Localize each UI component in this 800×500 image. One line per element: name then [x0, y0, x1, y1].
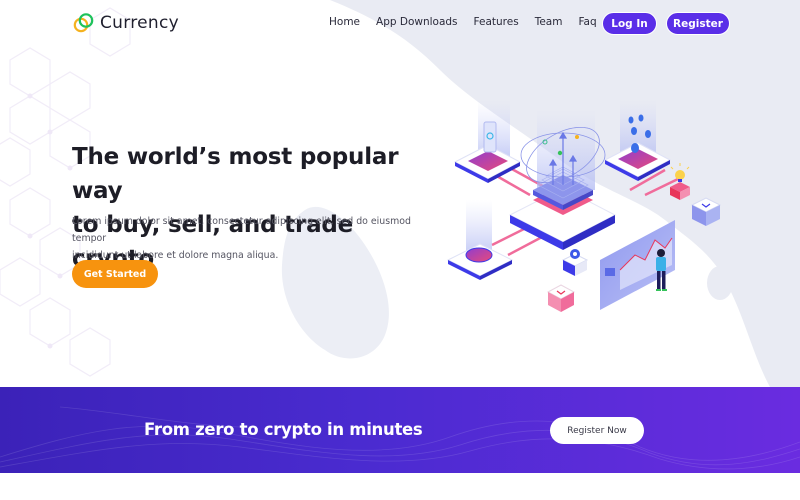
hero-description: Lorem ipsum dolor sit amet, consectetur … — [72, 213, 412, 264]
main-nav: Home App Downloads Features Team Faq — [329, 16, 613, 28]
blue-cube — [690, 197, 722, 226]
phone-platform — [453, 100, 522, 183]
brand-logo[interactable]: Currency — [73, 12, 179, 34]
nav-team[interactable]: Team — [535, 16, 563, 28]
register-button[interactable]: Register — [666, 12, 730, 35]
hero-description-line-1: Lorem ipsum dolor sit amet, consectetur … — [72, 216, 411, 244]
get-started-button[interactable]: Get Started — [72, 260, 158, 288]
pink-cube — [546, 284, 576, 312]
brand-name: Currency — [100, 13, 179, 33]
interlocked-rings-icon — [73, 12, 95, 34]
nav-features[interactable]: Features — [474, 16, 519, 28]
banner-title: From zero to crypto in minutes — [144, 420, 423, 439]
hero-section: Currency Home App Downloads Features Tea… — [0, 0, 800, 387]
coins-platform — [603, 100, 672, 181]
crypto-network-illustration — [446, 100, 722, 312]
register-now-button[interactable]: Register Now — [550, 417, 644, 444]
gear-box — [561, 249, 589, 276]
login-button[interactable]: Log In — [602, 12, 657, 35]
central-server — [508, 110, 617, 250]
nav-faq[interactable]: Faq — [578, 16, 596, 28]
nav-home[interactable]: Home — [329, 16, 360, 28]
page-bottom-space — [0, 473, 800, 500]
cta-banner: From zero to crypto in minutes Register … — [0, 387, 800, 473]
hero-title-line-1: The world’s most popular way — [72, 144, 399, 204]
nav-app-downloads[interactable]: App Downloads — [376, 16, 458, 28]
